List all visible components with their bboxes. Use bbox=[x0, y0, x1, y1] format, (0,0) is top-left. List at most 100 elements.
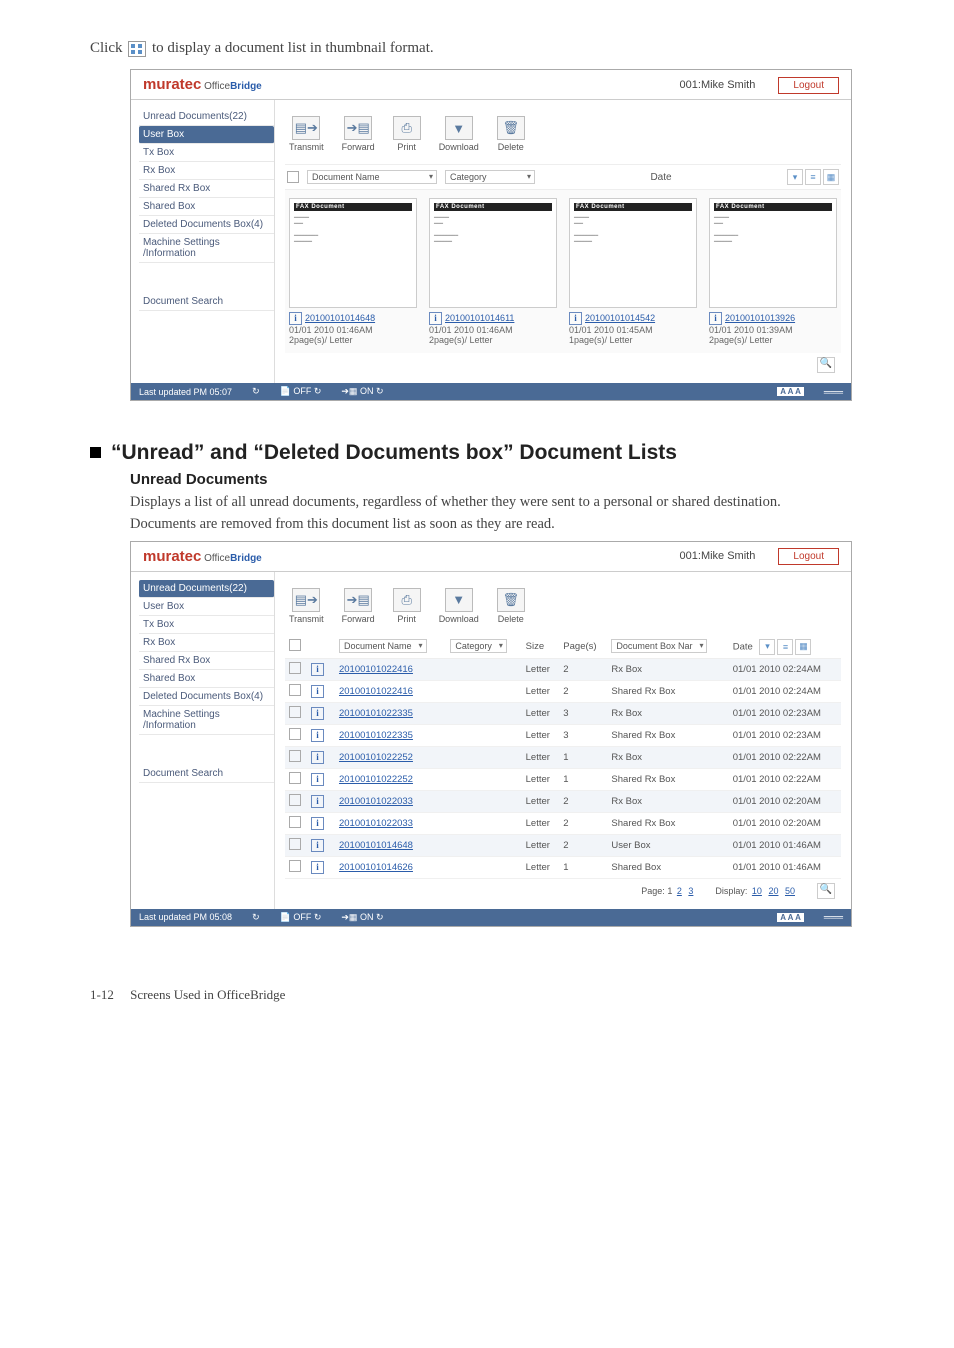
info-icon[interactable]: i bbox=[311, 817, 324, 830]
search-icon[interactable]: 🔍 bbox=[817, 357, 835, 373]
grid-view-icon[interactable]: ▦ bbox=[795, 639, 811, 655]
sidebar-item[interactable]: Rx Box bbox=[139, 162, 274, 180]
toolbar-forward[interactable]: ➔▤Forward bbox=[342, 588, 375, 624]
info-icon[interactable]: i bbox=[429, 312, 442, 325]
grid-view-icon[interactable]: ▦ bbox=[823, 169, 839, 185]
info-icon[interactable]: i bbox=[311, 663, 324, 676]
sidebar-item[interactable]: Tx Box bbox=[139, 144, 274, 162]
page-link[interactable]: 3 bbox=[688, 886, 693, 896]
sidebar-item[interactable]: Deleted Documents Box(4) bbox=[139, 688, 274, 706]
row-checkbox[interactable] bbox=[289, 662, 301, 674]
thumbnail[interactable]: FAX Document━━━━━━━━━━━━━━━━━━━━━━i20100… bbox=[709, 198, 837, 345]
sidebar-item[interactable]: Tx Box bbox=[139, 616, 274, 634]
toolbar-delete[interactable]: 🗑Delete bbox=[497, 116, 525, 152]
info-icon[interactable]: i bbox=[311, 773, 324, 786]
sidebar-item[interactable]: Unread Documents(22) bbox=[139, 580, 274, 598]
document-link[interactable]: 20100101014648 bbox=[339, 840, 413, 851]
info-icon[interactable]: i bbox=[709, 312, 722, 325]
info-icon[interactable]: i bbox=[311, 685, 324, 698]
list-view-icon[interactable]: ≡ bbox=[777, 639, 793, 655]
row-checkbox[interactable] bbox=[289, 794, 301, 806]
list-view-icon[interactable]: ≡ bbox=[805, 169, 821, 185]
select-all-checkbox[interactable] bbox=[289, 639, 301, 651]
info-icon[interactable]: i bbox=[569, 312, 582, 325]
toolbar-transmit[interactable]: ▤➔Transmit bbox=[289, 588, 324, 624]
sub-heading: Unread Documents bbox=[130, 471, 904, 488]
row-checkbox[interactable] bbox=[289, 816, 301, 828]
document-link[interactable]: 20100101022416 bbox=[339, 686, 413, 697]
logout-button[interactable]: Logout bbox=[778, 77, 839, 94]
info-icon[interactable]: i bbox=[311, 707, 324, 720]
document-link[interactable]: 20100101014648 bbox=[305, 313, 375, 323]
thumbnail[interactable]: FAX Document━━━━━━━━━━━━━━━━━━━━━━i20100… bbox=[289, 198, 417, 345]
info-icon[interactable]: i bbox=[311, 839, 324, 852]
toolbar-print[interactable]: ⎙Print bbox=[393, 116, 421, 152]
toolbar-download[interactable]: ▼Download bbox=[439, 116, 479, 152]
info-icon[interactable]: i bbox=[311, 795, 324, 808]
document-link[interactable]: 20100101014542 bbox=[585, 313, 655, 323]
doc-name-header[interactable]: Document Name bbox=[339, 639, 427, 653]
row-checkbox[interactable] bbox=[289, 860, 301, 872]
thumbnail[interactable]: FAX Document━━━━━━━━━━━━━━━━━━━━━━i20100… bbox=[429, 198, 557, 345]
text-size-badge[interactable]: A A A bbox=[777, 387, 804, 396]
sidebar-item[interactable]: Deleted Documents Box(4) bbox=[139, 216, 274, 234]
document-link[interactable]: 20100101022033 bbox=[339, 818, 413, 829]
row-checkbox[interactable] bbox=[289, 772, 301, 784]
doc-name-select[interactable]: Document Name bbox=[307, 170, 437, 184]
sidebar-item[interactable]: Shared Box bbox=[139, 198, 274, 216]
row-checkbox[interactable] bbox=[289, 706, 301, 718]
sidebar-document-search[interactable]: Document Search bbox=[139, 293, 274, 311]
sidebar-item[interactable]: Shared Rx Box bbox=[139, 652, 274, 670]
search-icon[interactable]: 🔍 bbox=[817, 883, 835, 899]
logout-button[interactable]: Logout bbox=[778, 548, 839, 565]
sidebar-item[interactable]: Shared Box bbox=[139, 670, 274, 688]
box-header[interactable]: Document Box Nar bbox=[611, 639, 707, 653]
sidebar-document-search[interactable]: Document Search bbox=[139, 765, 274, 783]
cell-size: Letter bbox=[522, 768, 560, 790]
select-all-checkbox[interactable] bbox=[287, 171, 299, 183]
document-link[interactable]: 20100101013926 bbox=[725, 313, 795, 323]
category-select[interactable]: Category bbox=[445, 170, 535, 184]
brand-name: muratec bbox=[143, 548, 201, 565]
display-option[interactable]: 20 bbox=[768, 886, 778, 896]
sidebar-item[interactable]: Machine Settings /Information bbox=[139, 706, 274, 735]
cell-box: Shared Rx Box bbox=[607, 812, 728, 834]
text-size-badge[interactable]: A A A bbox=[777, 913, 804, 922]
sidebar-item[interactable]: Rx Box bbox=[139, 634, 274, 652]
sidebar-item[interactable]: Shared Rx Box bbox=[139, 180, 274, 198]
sidebar-item[interactable]: Machine Settings /Information bbox=[139, 234, 274, 263]
document-link[interactable]: 20100101022335 bbox=[339, 730, 413, 741]
document-link[interactable]: 20100101022033 bbox=[339, 796, 413, 807]
row-checkbox[interactable] bbox=[289, 750, 301, 762]
sort-icon[interactable]: ▾ bbox=[759, 639, 775, 655]
document-link[interactable]: 20100101014626 bbox=[339, 862, 413, 873]
info-icon[interactable]: i bbox=[289, 312, 302, 325]
category-header[interactable]: Category bbox=[450, 639, 507, 653]
toolbar-forward[interactable]: ➔▤Forward bbox=[342, 116, 375, 152]
document-link[interactable]: 20100101022335 bbox=[339, 708, 413, 719]
document-link[interactable]: 20100101022252 bbox=[339, 774, 413, 785]
sidebar-item[interactable]: Unread Documents(22) bbox=[139, 108, 274, 126]
sidebar-item[interactable]: User Box bbox=[139, 598, 274, 616]
row-checkbox[interactable] bbox=[289, 728, 301, 740]
info-icon[interactable]: i bbox=[311, 729, 324, 742]
info-icon[interactable]: i bbox=[311, 751, 324, 764]
document-link[interactable]: 20100101022416 bbox=[339, 664, 413, 675]
thumbnail[interactable]: FAX Document━━━━━━━━━━━━━━━━━━━━━━i20100… bbox=[569, 198, 697, 345]
info-icon[interactable]: i bbox=[311, 861, 324, 874]
display-option[interactable]: 50 bbox=[785, 886, 795, 896]
sort-icon[interactable]: ▾ bbox=[787, 169, 803, 185]
toolbar-delete[interactable]: 🗑Delete bbox=[497, 588, 525, 624]
page-link[interactable]: 2 bbox=[677, 886, 682, 896]
sidebar-item[interactable]: User Box bbox=[139, 126, 274, 144]
row-checkbox[interactable] bbox=[289, 684, 301, 696]
toolbar-print[interactable]: ⎙Print bbox=[393, 588, 421, 624]
document-link[interactable]: 20100101014611 bbox=[445, 313, 514, 323]
display-option[interactable]: 10 bbox=[752, 886, 762, 896]
row-checkbox[interactable] bbox=[289, 838, 301, 850]
search-row: 🔍 bbox=[285, 353, 841, 377]
toolbar-download[interactable]: ▼Download bbox=[439, 588, 479, 624]
cell-box: Shared Box bbox=[607, 856, 728, 878]
toolbar-transmit[interactable]: ▤➔Transmit bbox=[289, 116, 324, 152]
document-link[interactable]: 20100101022252 bbox=[339, 752, 413, 763]
